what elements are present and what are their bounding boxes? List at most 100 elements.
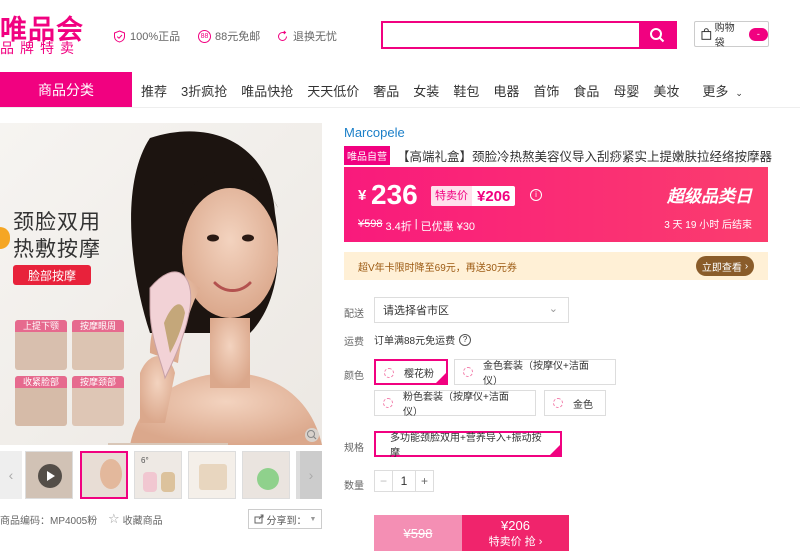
nav-item-recommend[interactable]: 推荐 <box>141 81 167 100</box>
spec-option-multifunction[interactable]: 多功能颈脸双用+营养导入+振动按摩 <box>374 431 562 459</box>
promo-view-button[interactable]: 立即查看 › <box>696 256 754 276</box>
search-icon <box>650 28 665 43</box>
saved-amount: 已优惠 ¥30 <box>420 221 476 233</box>
image-tag: 脸部按摩 <box>13 265 91 285</box>
nav-item-more[interactable]: 更多 ⌄ <box>693 81 748 100</box>
search-button[interactable] <box>639 23 675 47</box>
favorite-label: 收藏商品 <box>122 515 163 527</box>
spec-label: 规格 <box>344 443 364 454</box>
buy-now-price: ¥206 <box>501 517 530 533</box>
chevron-right-icon: › <box>308 467 314 483</box>
nav-item-luxury[interactable]: 奢品 <box>373 81 399 100</box>
nav-item-flash-sale[interactable]: 唯品快抢 <box>241 81 293 100</box>
color-label: 颜色 <box>344 371 364 382</box>
nav-item-30-off[interactable]: 3折疯抢 <box>181 81 227 100</box>
brand-link[interactable]: Marcopele <box>344 125 405 140</box>
color-option-pink-set[interactable]: 粉色套装（按摩仪+洁面仪） <box>374 390 536 418</box>
thumb-prev-button[interactable]: ‹ <box>0 451 22 499</box>
nav-item-appliances[interactable]: 电器 <box>493 81 519 100</box>
nav-item-daily-low[interactable]: 天天低价 <box>307 81 359 100</box>
special-price-tag: 特卖价 ¥206 <box>431 186 516 206</box>
main-nav: 推荐 3折疯抢 唯品快抢 天天低价 奢品 女装 鞋包 电器 首饰 食品 母婴 美… <box>132 72 753 108</box>
search-input[interactable] <box>383 23 639 47</box>
shipping-label: 运费 <box>344 337 364 348</box>
selected-check-icon <box>435 372 447 384</box>
thumbnail-strip: ‹ 6° › <box>0 451 322 501</box>
feature-face-label: 收紧脸部 <box>15 376 67 388</box>
color-option-label: 金色 <box>573 399 593 411</box>
search-box <box>381 21 677 49</box>
color-option-gold-set[interactable]: 金色套装（按摩仪+洁面仪） <box>454 359 616 387</box>
chevron-left-icon: ‹ <box>8 467 14 483</box>
thumbnail-3-text: 6° <box>141 456 149 465</box>
promo-banner: 超V年卡限时降至69元，再送30元券 立即查看 › <box>344 252 768 280</box>
nav-divider <box>0 107 800 108</box>
nav-item-shoes-bags[interactable]: 鞋包 <box>453 81 479 100</box>
quantity-label: 数量 <box>344 481 364 492</box>
promise-return: 退换无忧 <box>276 28 337 44</box>
shopping-bag-icon <box>701 28 712 40</box>
thumb-next-button[interactable]: › <box>300 451 322 499</box>
original-price: ¥598 <box>358 218 383 230</box>
color-option-gold[interactable]: 金色 <box>544 390 606 416</box>
price-detail-line: ¥598 3.4折 | 已优惠 ¥30 <box>358 218 475 234</box>
info-icon[interactable]: i <box>530 189 542 201</box>
quantity-minus-button[interactable]: − <box>375 471 393 491</box>
thumbnail-4[interactable] <box>188 451 236 499</box>
category-menu-button[interactable]: 商品分类 <box>0 72 132 108</box>
color-option-sakura-pink[interactable]: 樱花粉 <box>374 359 448 385</box>
region-select[interactable]: 请选择省市区 ⌄ <box>374 297 569 323</box>
help-icon[interactable]: ? <box>459 333 472 346</box>
product-main-image[interactable]: 颈脸双用 热敷按摩 脸部按摩 上提下颚 按摩眼周 收紧脸部 按摩颈部 <box>0 123 322 445</box>
favorite-button[interactable]: ☆ 收藏商品 <box>108 511 163 527</box>
feature-neck: 按摩颈部 <box>72 376 124 426</box>
quantity-stepper: − 1 + <box>374 470 434 492</box>
buy-now-label: 特卖价 抢 › <box>488 535 543 548</box>
discount-rate: 3.4折 <box>385 221 412 233</box>
share-button[interactable]: 分享到： ▼ <box>248 509 322 529</box>
image-headline-1: 颈脸双用 <box>13 211 101 234</box>
color-option-label: 粉色套装（按摩仪+洁面仪） <box>403 392 509 418</box>
swatch-icon <box>383 398 393 408</box>
nav-item-jewelry[interactable]: 首饰 <box>533 81 559 100</box>
feature-chin: 上提下颚 <box>15 320 67 370</box>
share-label: 分享到： <box>266 515 307 527</box>
price-panel: ¥ 236 特卖价 ¥206 i ¥598 3.4折 | 已优惠 ¥30 超级品… <box>344 167 768 242</box>
feature-neck-label: 按摩颈部 <box>72 376 124 388</box>
cart-button[interactable]: 购物袋 - <box>694 21 769 49</box>
thumbnail-3[interactable]: 6° <box>134 451 182 499</box>
self-operated-badge: 唯品自营 <box>344 146 390 165</box>
star-icon: ☆ <box>108 511 120 526</box>
quantity-plus-button[interactable]: + <box>415 471 433 491</box>
special-price-label: 特卖价 <box>431 186 472 206</box>
selected-check-icon <box>549 444 561 456</box>
thumbnail-selected[interactable] <box>80 451 128 499</box>
nav-item-food[interactable]: 食品 <box>573 81 599 100</box>
nav-item-baby[interactable]: 母婴 <box>613 81 639 100</box>
product-code: 商品编码：MP4005粉 <box>0 516 98 527</box>
promise-free-shipping: 88 88元免邮 <box>198 28 260 44</box>
promise-authentic: 100%正品 <box>113 28 180 44</box>
caret-down-icon: ▼ <box>309 515 317 523</box>
promise-authentic-label: 100%正品 <box>130 31 181 43</box>
thumbnail-video[interactable] <box>25 451 73 499</box>
color-option-label: 金色套装（按摩仪+洁面仪） <box>483 361 589 387</box>
thumbnail-5[interactable] <box>242 451 290 499</box>
swatch-icon <box>463 367 473 377</box>
quantity-value[interactable]: 1 <box>393 471 415 491</box>
chevron-right-icon: › <box>538 535 543 548</box>
nav-item-women[interactable]: 女装 <box>413 81 439 100</box>
promo-event-name: 超级品类日 <box>667 187 752 206</box>
nav-item-beauty[interactable]: 美妆 <box>653 81 679 100</box>
chevron-down-icon: ⌄ <box>735 87 743 98</box>
feature-eye-label: 按摩眼周 <box>72 320 124 332</box>
delivery-label: 配送 <box>344 309 364 320</box>
swatch-icon <box>553 398 563 408</box>
feature-face: 收紧脸部 <box>15 376 67 426</box>
nav-item-more-label: 更多 <box>702 83 729 99</box>
buy-now-button[interactable]: ¥206 特卖价 抢 › <box>462 515 569 551</box>
feature-eye: 按摩眼周 <box>72 320 124 370</box>
shipping-text: 订单满88元免运费 <box>374 336 456 347</box>
free-shipping-88-icon: 88 <box>198 29 211 43</box>
swatch-icon <box>384 368 394 378</box>
